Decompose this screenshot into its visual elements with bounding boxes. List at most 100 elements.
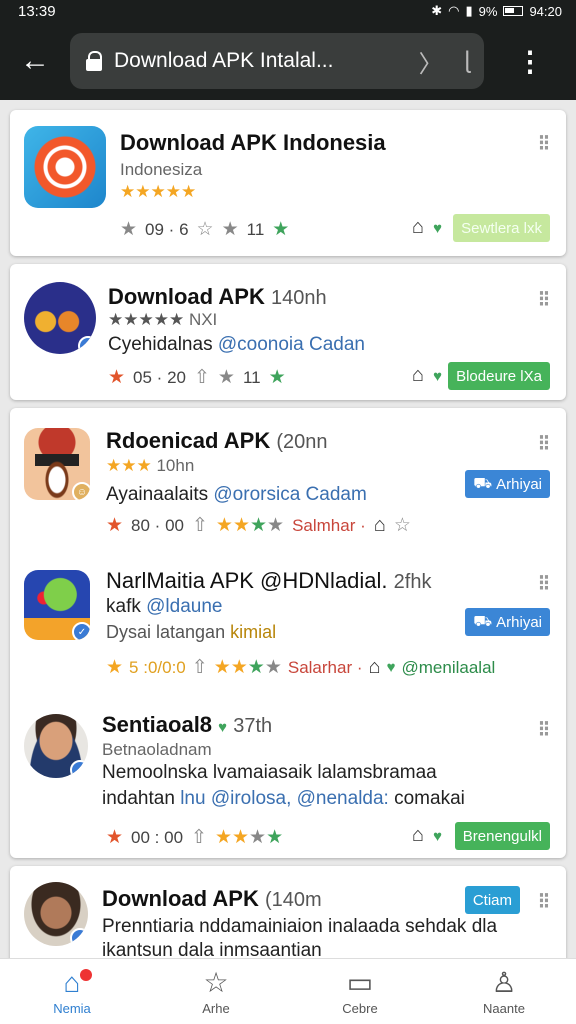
nav-cart[interactable]: ▭ Cebre (288, 959, 432, 1024)
post-description: ikantsun dala inmsaantian (102, 940, 322, 958)
nav-home[interactable]: ⌂ Nemia (0, 959, 144, 1024)
list-item[interactable]: ✓ Sentiaoal8 ♥ 37th Betnaoladnam Nemooln… (10, 688, 566, 858)
more-options-icon[interactable]: ⁝⁝ (538, 130, 550, 156)
browser-toolbar: ← Download APK Intalal... 〉 ɭ ⋮ (0, 22, 576, 100)
action-badge[interactable]: Ctiam (464, 886, 520, 914)
mention-link[interactable]: @ldaune (146, 596, 222, 617)
share-icon[interactable]: ⇧ (192, 656, 208, 679)
action-badge[interactable]: Brenengulkl (454, 822, 550, 850)
mention-link[interactable]: @ororsica Cadam (213, 484, 366, 505)
star-outline-icon[interactable]: ☆ (197, 218, 214, 241)
nav-favorites[interactable]: ☆ Arhe (144, 959, 288, 1024)
verified-icon: ✓ (70, 760, 88, 778)
house-icon[interactable]: ⌂ (412, 824, 424, 847)
post-stat: 05 · 20 (133, 367, 186, 387)
rating-stars: ★★★★ (213, 657, 282, 678)
action-badge[interactable]: Blodeure lXa (448, 362, 550, 390)
post-stat: 00 : 00 (131, 827, 184, 847)
nav-profile[interactable]: ♙ Naante (432, 959, 576, 1024)
post-description: indahtan (102, 788, 175, 809)
car-icon: ⛟ (473, 474, 493, 492)
star-icon[interactable]: ★ (106, 826, 123, 849)
post-stat: 80 · 00 (131, 515, 184, 535)
house-icon[interactable]: ⌂ (369, 656, 381, 679)
app-logo (24, 126, 106, 208)
star-icon[interactable]: ★ (106, 656, 123, 679)
nav-label: Naante (483, 1001, 525, 1016)
avatar: ☺ (24, 428, 90, 500)
more-options-icon[interactable]: ⁝⁝ (538, 286, 550, 312)
heart-icon[interactable]: ♥ (433, 828, 442, 845)
verified-icon: ✓ (70, 928, 88, 946)
post-card[interactable]: Download APK Indonesia Indonesiza ★★★★★ … (10, 110, 566, 256)
house-icon[interactable]: ⌂ (412, 364, 424, 387)
star-icon[interactable]: ★ (106, 514, 123, 537)
nav-label: Nemia (53, 1001, 91, 1016)
post-card[interactable]: ✓ Download APK (140m Prenntiaria nddamai… (10, 866, 566, 958)
cart-icon: ▭ (346, 967, 374, 998)
share-icon[interactable]: ⇧ (191, 826, 207, 849)
nav-label: Arhe (202, 1001, 230, 1016)
action-badge-label: Arhiyai (496, 475, 542, 493)
status-bar: 13:39 ✱ ◠ ▮ 9% 94:20 (0, 0, 576, 22)
status-time: 13:39 (18, 2, 56, 20)
bottom-navigation: ⌂ Nemia ☆ Arhe ▭ Cebre ♙ Naante (0, 958, 576, 1024)
profile-icon: ♙ (491, 967, 517, 998)
list-item[interactable]: ✓ NarlMaitia APK @HDNladial. 2fhk kafk @… (10, 548, 566, 688)
overflow-menu-icon[interactable]: ⋮ (484, 22, 576, 100)
reload-icon[interactable]: ɭ (465, 47, 470, 75)
post-description-tail: comakai (394, 788, 465, 809)
back-arrow-icon[interactable]: ← (0, 22, 70, 100)
verified-icon: ✓ (72, 622, 90, 640)
star-icon[interactable]: ★ (108, 366, 125, 389)
action-badge[interactable]: Sewtlera lxk (453, 214, 550, 242)
post-card[interactable]: ✓ Download APK 140nh ★★★★★ NXI Cyehidaln… (10, 264, 566, 400)
post-title: Download APK (102, 886, 259, 911)
post-description: Ayainaalaits (106, 484, 209, 505)
avatar: ✓ (24, 282, 96, 354)
forward-icon[interactable]: 〉 (419, 44, 443, 79)
heart-icon[interactable]: ♥ (387, 659, 396, 676)
heart-icon[interactable]: ♥ (433, 368, 442, 385)
house-icon[interactable]: ⌂ (374, 514, 386, 537)
post-subtitle: Betnaoladnam (102, 740, 212, 759)
mention-link[interactable]: @coonoia Cadan (218, 334, 365, 355)
signal-icon: ▮ (465, 3, 473, 18)
post-description: Nemoolnska lvamaiasaik lalamsbramaa (102, 762, 437, 783)
more-options-icon[interactable]: ⁝⁝ (538, 430, 550, 456)
green-star-icon: ★ (268, 367, 286, 388)
star-outline-icon[interactable]: ☆ (394, 514, 411, 537)
heart-icon[interactable]: ♥ (433, 220, 442, 237)
rating-stars: ★★★★ (215, 515, 285, 536)
list-item[interactable]: ☺ Rdoenicad APK (20nn ★★★ 10hn Ayainaala… (10, 408, 566, 548)
share-icon[interactable]: ⇧ (192, 514, 208, 537)
action-badge[interactable]: ⛟ Arhiyai (465, 608, 550, 636)
wifi-icon: ◠ (448, 3, 460, 18)
bluetooth-icon: ✱ (431, 3, 443, 18)
address-bar[interactable]: Download APK Intalal... 〉 ɭ (70, 33, 484, 89)
heart-icon: ♥ (218, 719, 228, 736)
post-time: 37th (233, 715, 273, 737)
more-options-icon[interactable]: ⁝⁝ (538, 570, 550, 596)
mention-link[interactable]: @menilaalal (402, 658, 496, 678)
action-badge[interactable]: ⛟ Arhiyai (465, 470, 550, 498)
rating-note: NXI (188, 310, 218, 329)
post-title: NarlMaitia APK @HDNladial. (106, 568, 388, 593)
home-icon: ⌂ (63, 967, 81, 998)
house-icon[interactable]: ⌂ (412, 216, 424, 239)
green-star-icon: ★ (272, 219, 290, 240)
post-title: Rdoenicad APK (106, 428, 271, 453)
share-icon[interactable]: ⇧ (194, 366, 210, 389)
rating-note: 10hn (156, 456, 195, 475)
more-options-icon[interactable]: ⁝⁝ (538, 888, 550, 914)
post-time: 2fhk (393, 571, 432, 593)
post-stat: 09 · 6 (145, 219, 189, 239)
rating-stars: ★★★★★ (108, 310, 185, 329)
car-icon: ⛟ (473, 612, 493, 630)
post-title: Sentiaoal8 (102, 712, 213, 737)
lock-icon (84, 51, 104, 71)
post-description: Dysai latangan (106, 622, 226, 642)
more-options-icon[interactable]: ⁝⁝ (538, 716, 550, 742)
mention-link[interactable]: lnu @irolosa, @nenalda: (180, 788, 389, 809)
star-icon[interactable]: ★ (120, 218, 137, 241)
